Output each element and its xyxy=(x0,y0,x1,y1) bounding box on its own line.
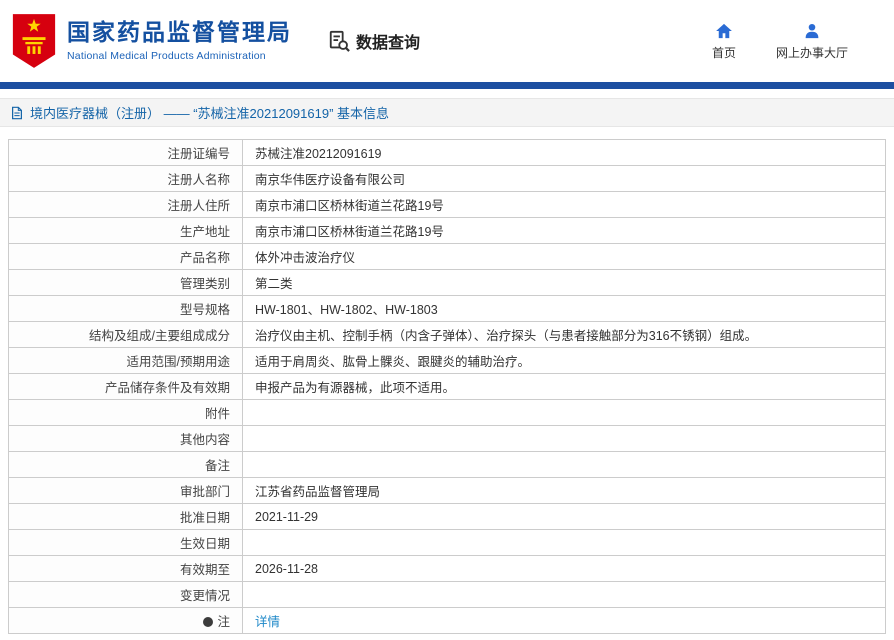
row-label: 产品储存条件及有效期 xyxy=(8,373,243,400)
row-value: 申报产品为有源器械，此项不适用。 xyxy=(242,373,886,400)
document-icon xyxy=(12,106,22,119)
header-divider-bar xyxy=(0,82,894,89)
row-value: 南京市浦口区桥林街道兰花路19号 xyxy=(242,217,886,244)
table-row: 变更情况 xyxy=(8,581,886,608)
row-label: 审批部门 xyxy=(8,477,243,504)
table-row: 备注 xyxy=(8,451,886,478)
header-links: 首页 网上办事大厅 xyxy=(712,22,894,61)
row-label: 产品名称 xyxy=(8,243,243,270)
row-label: 注册人名称 xyxy=(8,165,243,192)
header: 国家药品监督管理局 National Medical Products Admi… xyxy=(0,0,894,82)
row-label: 注 xyxy=(8,607,243,634)
row-value: 南京市浦口区桥林街道兰花路19号 xyxy=(242,191,886,218)
row-label: 生效日期 xyxy=(8,529,243,556)
data-query-icon xyxy=(329,30,350,52)
row-value xyxy=(242,425,886,452)
table-row: 其他内容 xyxy=(8,425,886,452)
info-table-wrap: 注册证编号 苏械注准20212091619 注册人名称 南京华伟医疗设备有限公司 注册人… xyxy=(0,127,894,640)
row-label: 其他内容 xyxy=(8,425,243,452)
row-value: 苏械注准20212091619 xyxy=(242,139,886,166)
row-value xyxy=(242,581,886,608)
row-label: 生产地址 xyxy=(8,217,243,244)
table-row: 结构及组成/主要组成成分 治疗仪由主机、控制手柄（内含子弹体）、治疗探头（与患者接… xyxy=(8,321,886,348)
row-label: 变更情况 xyxy=(8,581,243,608)
table-row: 注详情 xyxy=(8,607,886,634)
row-value: 体外冲击波治疗仪 xyxy=(242,243,886,270)
row-label: 管理类别 xyxy=(8,269,243,296)
table-row: 审批部门 江苏省药品监督管理局 xyxy=(8,477,886,504)
row-value xyxy=(242,451,886,478)
home-icon xyxy=(716,23,732,38)
table-row: 注册人住所 南京市浦口区桥林街道兰花路19号 xyxy=(8,191,886,218)
row-value: HW-1801、HW-1802、HW-1803 xyxy=(242,295,886,322)
row-value: 2026-11-28 xyxy=(242,555,886,582)
data-query-label: 数据查询 xyxy=(356,35,421,52)
row-label: 结构及组成/主要组成成分 xyxy=(8,321,243,348)
row-label: 有效期至 xyxy=(8,555,243,582)
row-label: 附件 xyxy=(8,399,243,426)
table-row: 注册证编号 苏械注准20212091619 xyxy=(8,139,886,166)
table-row: 产品储存条件及有效期 申报产品为有源器械，此项不适用。 xyxy=(8,373,886,400)
table-row: 生效日期 xyxy=(8,529,886,556)
row-value: 2021-11-29 xyxy=(242,503,886,530)
table-row: 生产地址 南京市浦口区桥林街道兰花路19号 xyxy=(8,217,886,244)
row-label: 批准日期 xyxy=(8,503,243,530)
row-value: 南京华伟医疗设备有限公司 xyxy=(242,165,886,192)
user-icon xyxy=(805,23,819,38)
breadcrumb: 境内医疗器械（注册） —— “苏械注准20212091619” 基本信息 xyxy=(0,98,894,127)
row-value: 第二类 xyxy=(242,269,886,296)
row-label: 适用范围/预期用途 xyxy=(8,347,243,374)
row-label: 注册证编号 xyxy=(8,139,243,166)
note-bullet-icon xyxy=(203,617,214,627)
table-row: 注册人名称 南京华伟医疗设备有限公司 xyxy=(8,165,886,192)
row-label: 型号规格 xyxy=(8,295,243,322)
table-row: 有效期至 2026-11-28 xyxy=(8,555,886,582)
online-hall-link[interactable]: 网上办事大厅 xyxy=(776,22,848,61)
row-value xyxy=(242,529,886,556)
info-table-body: 注册证编号 苏械注准20212091619 注册人名称 南京华伟医疗设备有限公司 注册人… xyxy=(8,139,886,634)
table-row: 附件 xyxy=(8,399,886,426)
row-label: 备注 xyxy=(8,451,243,478)
registration-info-table: 注册证编号 苏械注准20212091619 注册人名称 南京华伟医疗设备有限公司 注册人… xyxy=(8,139,886,634)
org-names: 国家药品监督管理局 National Medical Products Admi… xyxy=(67,19,292,62)
nmpa-emblem-icon xyxy=(12,14,56,68)
row-value: 江苏省药品监督管理局 xyxy=(242,477,886,504)
row-value xyxy=(242,399,886,426)
org-name-cn: 国家药品监督管理局 xyxy=(67,19,292,46)
data-query-nav[interactable]: 数据查询 xyxy=(328,29,420,53)
table-row: 适用范围/预期用途 适用于肩周炎、肱骨上髁炎、跟腱炎的辅助治疗。 xyxy=(8,347,886,374)
org-name-en: National Medical Products Administration xyxy=(67,49,266,62)
table-row: 型号规格 HW-1801、HW-1802、HW-1803 xyxy=(8,295,886,322)
detail-link[interactable]: 详情 xyxy=(255,615,280,629)
home-label: 首页 xyxy=(711,45,736,60)
row-value: 治疗仪由主机、控制手柄（内含子弹体）、治疗探头（与患者接触部分为316不锈钢）组… xyxy=(242,321,886,348)
logo-block: 国家药品监督管理局 National Medical Products Admi… xyxy=(10,12,292,70)
table-row: 产品名称 体外冲击波治疗仪 xyxy=(8,243,886,270)
row-value: 详情 xyxy=(242,607,886,634)
row-value: 适用于肩周炎、肱骨上髁炎、跟腱炎的辅助治疗。 xyxy=(242,347,886,374)
online-hall-label: 网上办事大厅 xyxy=(775,45,848,60)
table-row: 管理类别 第二类 xyxy=(8,269,886,296)
home-link[interactable]: 首页 xyxy=(712,22,736,61)
breadcrumb-text: 境内医疗器械（注册） —— “苏械注准20212091619” 基本信息 xyxy=(30,106,390,121)
row-label: 注册人住所 xyxy=(8,191,243,218)
table-row: 批准日期 2021-11-29 xyxy=(8,503,886,530)
